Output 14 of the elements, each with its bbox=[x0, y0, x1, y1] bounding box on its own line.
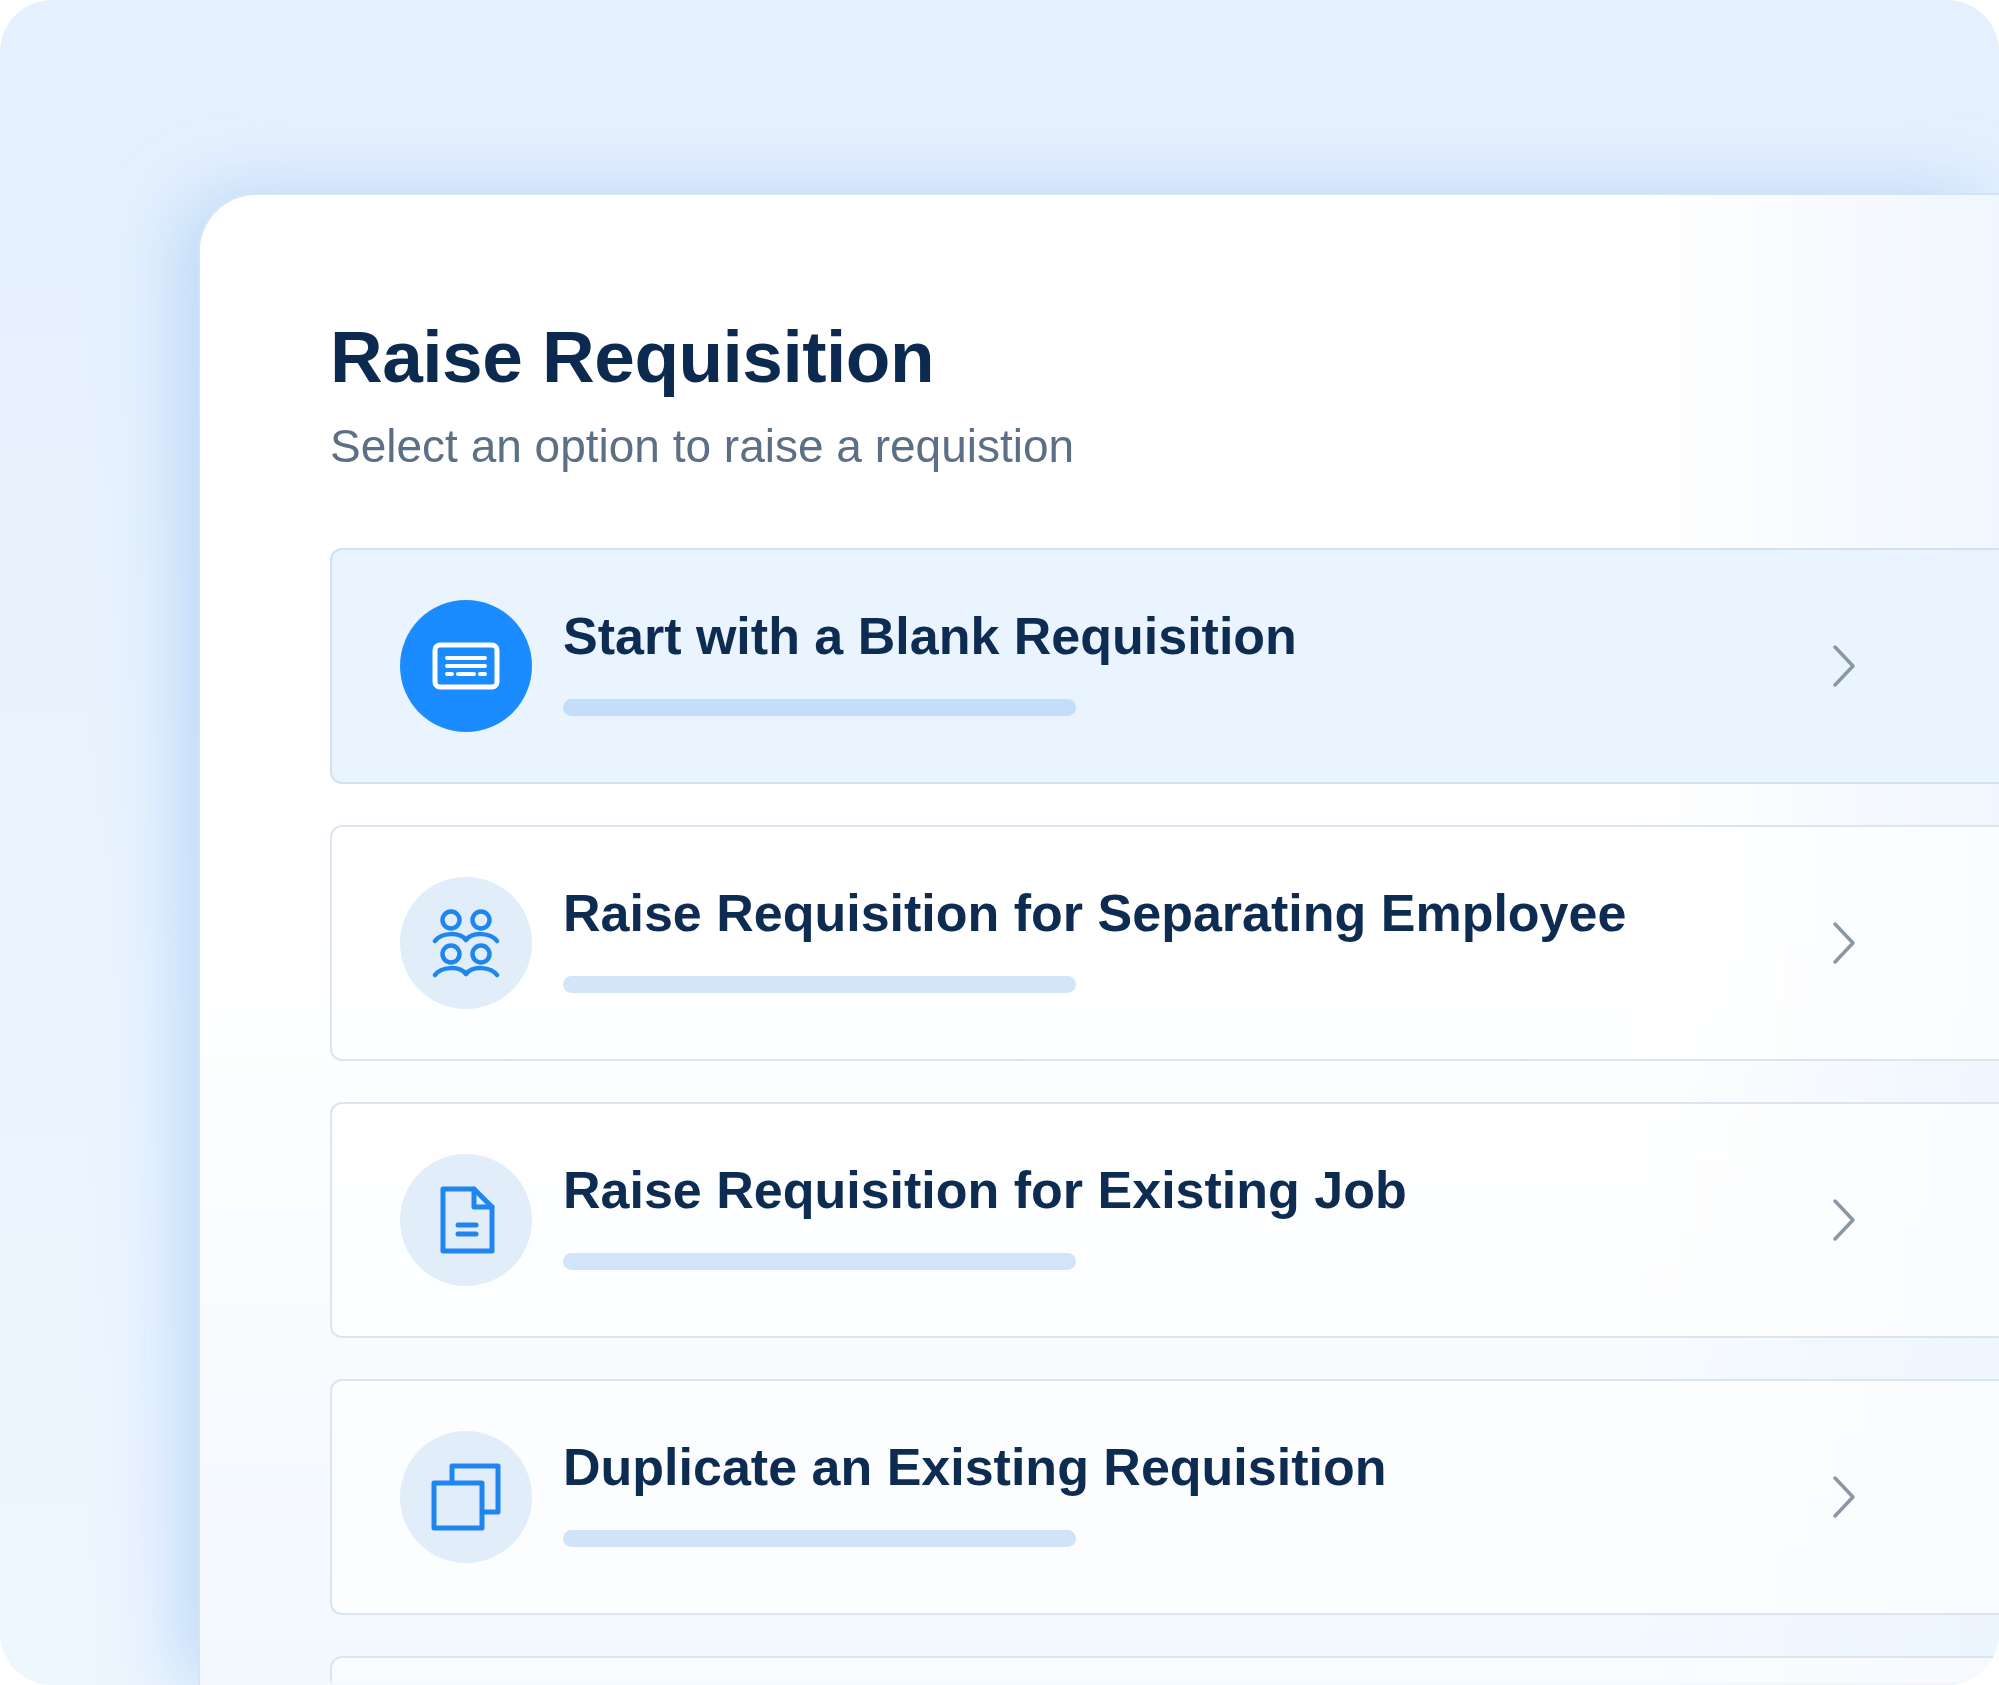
option-card[interactable]: Duplicate an Existing Requisition bbox=[330, 1379, 1999, 1615]
chevron-right-icon bbox=[1832, 1198, 1856, 1242]
option-title: Raise Requisition for Separating Employee bbox=[563, 883, 1628, 943]
option-card[interactable]: Raise Requisition for Existing Job bbox=[330, 1102, 1999, 1338]
panel-title: Raise Requisition bbox=[330, 317, 935, 397]
option-title: Start with a Blank Requisition bbox=[563, 606, 1298, 666]
option-card[interactable]: Start with a Blank Requisition bbox=[330, 548, 1999, 784]
option-title: Duplicate an Existing Requisition bbox=[563, 1437, 1388, 1497]
panel-subtitle: Select an option to raise a requistion bbox=[330, 419, 1076, 474]
option-card[interactable]: Raise Requisition for Separating Employee bbox=[330, 825, 1999, 1061]
chevron-right-icon bbox=[1832, 921, 1856, 965]
chevron-right-icon bbox=[1832, 1475, 1856, 1519]
chevron-right-icon bbox=[1832, 644, 1856, 688]
option-title: Raise Requisition for Existing Job bbox=[563, 1160, 1408, 1220]
